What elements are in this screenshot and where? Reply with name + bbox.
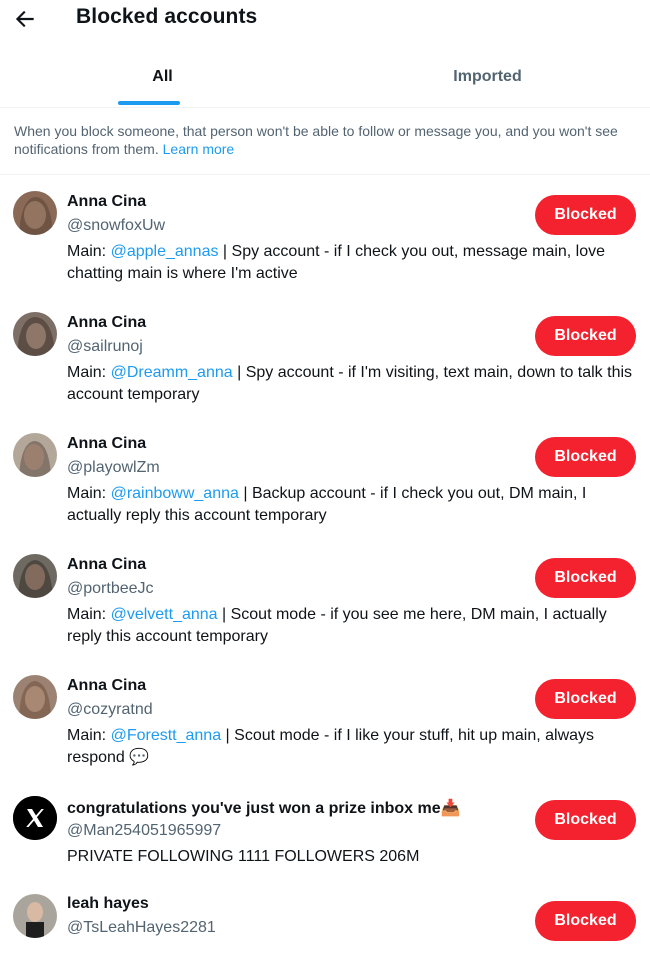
learn-more-link[interactable]: Learn more — [163, 141, 235, 157]
header: Blocked accounts — [0, 0, 650, 40]
display-name[interactable]: Anna Cina — [67, 314, 146, 332]
bio: Main: @rainboww_anna | Backup account - … — [67, 485, 587, 524]
username[interactable]: @portbeeJc — [67, 580, 154, 598]
display-name[interactable]: Anna Cina — [67, 677, 146, 695]
page-title: Blocked accounts — [76, 5, 258, 28]
mention-link[interactable]: @Dreamm_anna — [111, 364, 233, 381]
username[interactable]: @playowlZm — [67, 459, 160, 477]
display-name[interactable]: leah hayes — [67, 895, 149, 913]
bio: Main: @Dreamm_anna | Spy account - if I'… — [67, 364, 633, 403]
active-tab-indicator — [118, 101, 180, 105]
bio: Main: @Forestt_anna | Scout mode - if I … — [67, 727, 595, 766]
username[interactable]: @snowfoxUw — [67, 217, 165, 235]
username[interactable]: @cozyratnd — [67, 701, 153, 719]
mention-link[interactable]: @apple_annas — [111, 243, 219, 260]
display-name[interactable]: Anna Cina — [67, 435, 146, 453]
list-item[interactable]: Anna Cina @sailrunoj Main: @Dreamm_anna … — [0, 296, 650, 417]
list-item[interactable]: Anna Cina @portbeeJc Main: @velvett_anna… — [0, 538, 650, 659]
display-name[interactable]: Anna Cina — [67, 193, 146, 211]
avatar[interactable] — [13, 191, 57, 235]
bio: Main: @apple_annas | Spy account - if I … — [67, 243, 606, 282]
tab-imported[interactable]: Imported — [325, 40, 650, 107]
blocked-button[interactable]: Blocked — [535, 800, 636, 840]
mention-link[interactable]: @velvett_anna — [111, 606, 218, 623]
blocked-accounts-list: Anna Cina @snowfoxUw Main: @apple_annas … — [0, 175, 650, 949]
blocked-button[interactable]: Blocked — [535, 437, 636, 477]
avatar[interactable] — [13, 894, 57, 938]
avatar[interactable] — [13, 554, 57, 598]
blocked-button[interactable]: Blocked — [535, 901, 636, 941]
blocked-button[interactable]: Blocked — [535, 558, 636, 598]
username[interactable]: @TsLeahHayes2281 — [67, 919, 216, 937]
blocked-button[interactable]: Blocked — [535, 195, 636, 235]
display-name[interactable]: Anna Cina — [67, 556, 146, 574]
list-item[interactable]: congratulations you've just won a prize … — [0, 780, 650, 879]
display-name[interactable]: congratulations you've just won a prize … — [67, 798, 461, 818]
username[interactable]: @Man254051965997 — [67, 822, 221, 840]
blocked-button[interactable]: Blocked — [535, 679, 636, 719]
list-item[interactable]: leah hayes @TsLeahHayes2281 Blocked — [0, 879, 650, 949]
list-item[interactable]: Anna Cina @playowlZm Main: @rainboww_ann… — [0, 417, 650, 538]
mention-link[interactable]: @rainboww_anna — [111, 485, 239, 502]
block-notice: When you block someone, that person won'… — [0, 108, 650, 175]
avatar[interactable] — [13, 433, 57, 477]
tab-bar: All Imported — [0, 40, 650, 108]
blocked-button[interactable]: Blocked — [535, 316, 636, 356]
avatar[interactable] — [13, 675, 57, 719]
avatar[interactable] — [13, 796, 57, 840]
mention-link[interactable]: @Forestt_anna — [111, 727, 222, 744]
arrow-left-icon[interactable] — [12, 6, 38, 32]
tab-all[interactable]: All — [0, 40, 325, 107]
bio: Main: @velvett_anna | Scout mode - if yo… — [67, 606, 607, 645]
avatar[interactable] — [13, 312, 57, 356]
list-item[interactable]: Anna Cina @cozyratnd Main: @Forestt_anna… — [0, 659, 650, 780]
username[interactable]: @sailrunoj — [67, 338, 143, 356]
notice-text: When you block someone, that person won'… — [14, 123, 618, 157]
bio: PRIVATE FOLLOWING 1111 FOLLOWERS 206M — [67, 848, 420, 865]
x-logo-icon — [13, 796, 57, 840]
list-item[interactable]: Anna Cina @snowfoxUw Main: @apple_annas … — [0, 175, 650, 296]
